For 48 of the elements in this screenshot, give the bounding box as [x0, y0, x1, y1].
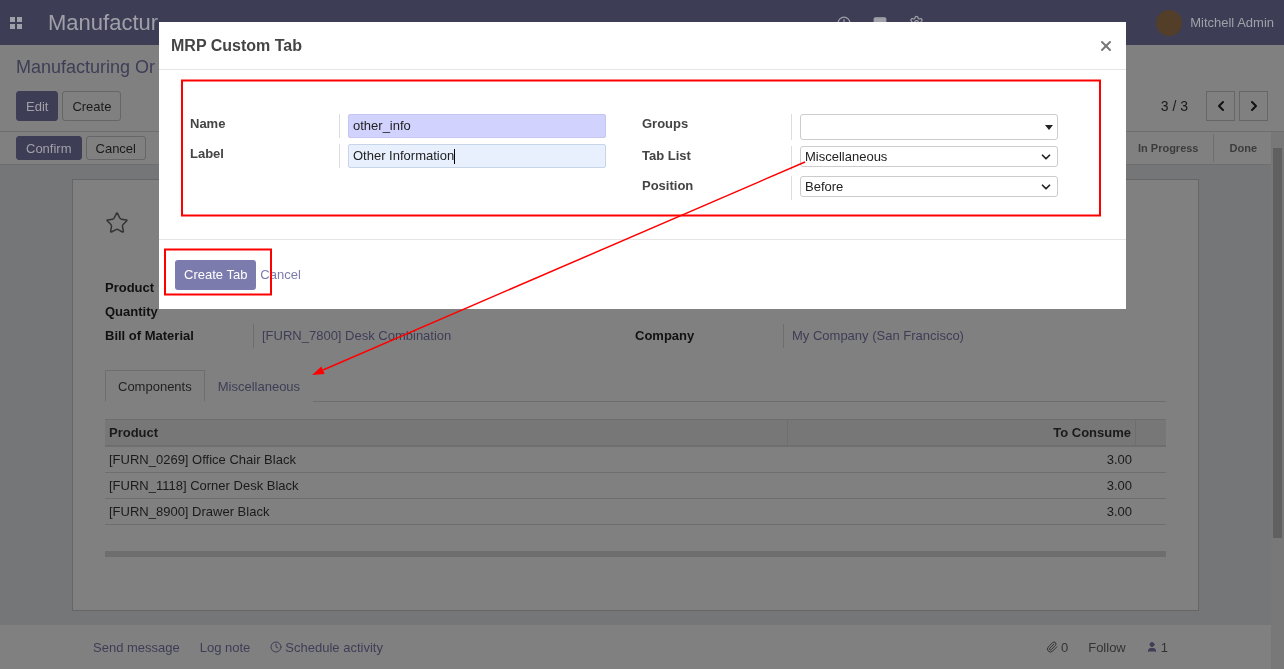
- input-field[interactable]: Other Information: [348, 144, 606, 168]
- table-cell-text: 3.00: [1105, 503, 1133, 521]
- action-button[interactable]: Confirm: [16, 136, 82, 160]
- table-cell-text: 3.00: [1105, 451, 1133, 469]
- schedule-activity-link[interactable]: Schedule activity: [270, 639, 383, 655]
- table-cell-text: 3.00: [1105, 477, 1133, 495]
- dropdown[interactable]: Miscellaneous: [800, 146, 1058, 167]
- next-button[interactable]: [1239, 91, 1268, 121]
- control-button[interactable]: Create: [62, 91, 122, 121]
- app-title: Manufactur: [48, 9, 159, 36]
- field-label: Label: [190, 144, 340, 168]
- column-header[interactable]: Product: [105, 420, 788, 446]
- field-label: Name: [190, 114, 340, 138]
- user-icon: [1145, 641, 1158, 653]
- follow-button[interactable]: Follow: [1088, 639, 1126, 655]
- field-label: Groups: [642, 114, 792, 140]
- attachments-button[interactable]: 0: [1045, 639, 1069, 655]
- column-header[interactable]: To Consume: [788, 420, 1136, 446]
- field-label: Quantity: [105, 303, 159, 321]
- star-icon[interactable]: [105, 211, 129, 235]
- avatar: [1156, 9, 1183, 36]
- log-note-link[interactable]: Log note: [199, 639, 251, 655]
- field-label: Bill of Material: [105, 327, 195, 345]
- dialog-title: MRP Custom Tab: [171, 36, 302, 55]
- send-message-link[interactable]: Send message: [93, 639, 180, 655]
- clock-icon: [270, 641, 283, 653]
- paperclip-icon: [1045, 641, 1058, 653]
- table-cell-text: [FURN_0269] Office Chair Black: [108, 451, 297, 469]
- caret-down-icon: [1045, 124, 1053, 130]
- table-cell-text: [FURN_8900] Drawer Black: [108, 503, 271, 521]
- scrollbar[interactable]: [1271, 132, 1284, 669]
- dropdown[interactable]: Before: [800, 176, 1058, 197]
- control-button[interactable]: Edit: [16, 91, 59, 121]
- table-cell-text: [FURN_1118] Corner Desk Black: [108, 477, 300, 495]
- input-field[interactable]: other_info: [348, 114, 606, 138]
- field-label: Tab List: [642, 146, 792, 170]
- field-label: Position: [642, 176, 792, 200]
- field-label: Product: [105, 279, 156, 297]
- field-label: Company: [635, 327, 696, 345]
- followers-button[interactable]: 1: [1145, 639, 1168, 655]
- pager-counter: 3 / 3: [1160, 98, 1188, 114]
- previous-button[interactable]: [1206, 91, 1235, 121]
- tab[interactable]: Components: [105, 370, 205, 402]
- apps-grid-icon[interactable]: [10, 16, 22, 29]
- action-button[interactable]: Cancel: [85, 136, 146, 160]
- create-tab-button[interactable]: Create Tab: [175, 259, 257, 290]
- user-name[interactable]: Mitchell Admin: [1190, 15, 1274, 30]
- field-value[interactable]: My Company (San Francisco): [783, 324, 1166, 348]
